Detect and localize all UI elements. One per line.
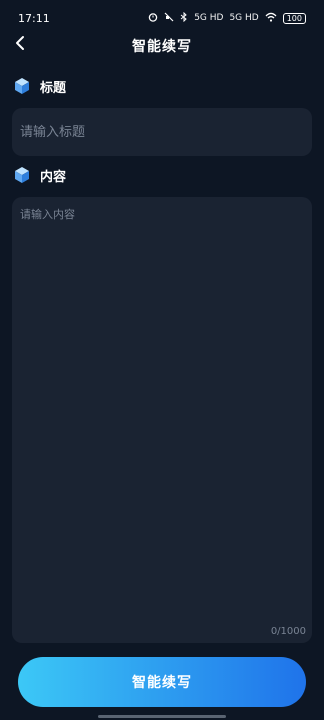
content-textarea[interactable]: [12, 197, 312, 643]
nav-bar: 智能续写: [0, 28, 324, 62]
cube-icon: [12, 165, 32, 185]
signal-2-label: 5G HD: [229, 13, 259, 23]
signal-1-label: 5G HD: [194, 13, 224, 23]
title-section-label: 标题: [12, 75, 66, 97]
char-count: 0/1000: [270, 626, 306, 637]
title-label-text: 标题: [40, 80, 67, 96]
title-input[interactable]: [12, 108, 312, 156]
status-time: 17:11: [18, 11, 50, 25]
battery-indicator: 100: [282, 12, 306, 24]
home-indicator[interactable]: [98, 715, 226, 718]
content-section-label: 内容: [12, 164, 66, 186]
alarm-icon: [148, 12, 158, 25]
smart-continue-button[interactable]: 智能续写: [18, 657, 306, 707]
status-icons: 5G HD 5G HD 100: [148, 11, 306, 25]
content-box: 0/1000: [12, 197, 312, 643]
cube-icon: [12, 76, 32, 96]
content-label-text: 内容: [40, 169, 67, 185]
bluetooth-icon: [180, 11, 188, 25]
page-title: 智能续写: [132, 39, 192, 55]
wifi-icon: [265, 12, 277, 25]
mute-icon: [164, 12, 174, 25]
